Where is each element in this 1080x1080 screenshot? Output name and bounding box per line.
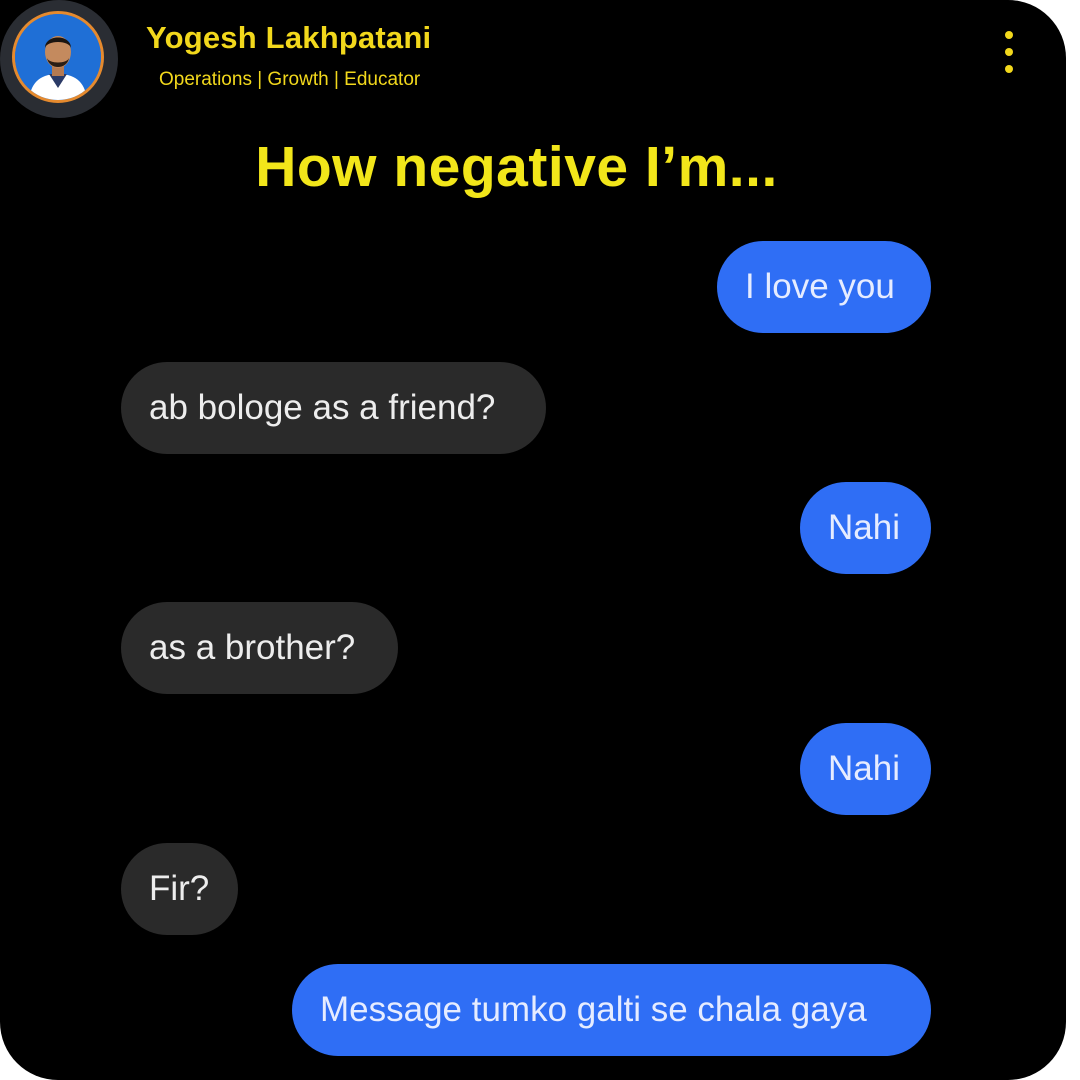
message-sent: Nahi (800, 482, 931, 574)
message-received: as a brother? (121, 602, 398, 694)
message-text: I love you (745, 267, 895, 306)
post-headline: How negative I’m... (255, 135, 778, 199)
message-received: Fir? (121, 843, 238, 935)
author-tagline: Operations | Growth | Educator (159, 69, 421, 90)
profile-photo (12, 11, 104, 103)
more-vertical-icon-dot (1005, 48, 1013, 56)
message-text: Nahi (828, 749, 900, 788)
message-text: ab bologe as a friend? (149, 388, 496, 427)
message-text: Fir? (149, 869, 210, 908)
message-text: Message tumko galti se chala gaya (320, 990, 867, 1029)
more-options-button[interactable] (996, 28, 1022, 78)
message-text: Nahi (828, 508, 900, 547)
more-vertical-icon-dot (1005, 65, 1013, 73)
message-sent: Message tumko galti se chala gaya (292, 964, 931, 1056)
message-sent: Nahi (800, 723, 931, 815)
message-text: as a brother? (149, 628, 356, 667)
post-card: Yogesh Lakhpatani Operations | Growth | … (0, 0, 1066, 1080)
message-sent: I love you (717, 241, 931, 333)
more-vertical-icon (1005, 31, 1013, 39)
avatar[interactable] (0, 0, 118, 118)
message-received: ab bologe as a friend? (121, 362, 546, 454)
author-name[interactable]: Yogesh Lakhpatani (146, 20, 431, 56)
